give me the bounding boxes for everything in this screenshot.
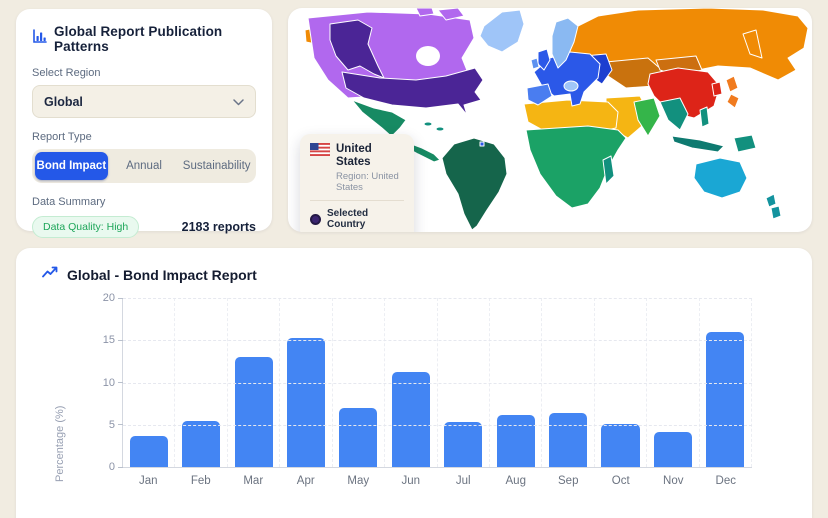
report-type-sustainability-button[interactable]: Sustainability (180, 152, 253, 180)
x-tick-label: Oct (611, 475, 630, 487)
map-region-ireland[interactable] (530, 57, 540, 70)
bar-jan[interactable] (129, 435, 168, 467)
select-region-label: Select Region (32, 67, 101, 79)
map-region-india[interactable] (633, 97, 661, 137)
map-region-new-zealand[interactable] (765, 193, 782, 220)
report-type-bond-impact-button[interactable]: Bond Impact (35, 152, 108, 180)
bar-jun[interactable] (391, 372, 430, 467)
y-tick-label: 10 (103, 377, 123, 389)
data-summary-label: Data Summary (32, 196, 106, 208)
x-tick-label: Apr (296, 475, 315, 487)
bar-mar[interactable] (234, 357, 273, 467)
gridline (123, 382, 752, 384)
map-tooltip: United States Region: United States Sele… (300, 134, 414, 232)
map-region-australia[interactable] (693, 157, 748, 199)
map-region-caribbean[interactable] (423, 121, 433, 127)
tooltip-country: United States (336, 143, 372, 169)
y-axis-label: Percentage (%) (54, 405, 66, 482)
x-tick-label: Feb (190, 475, 211, 487)
map-region-new-guinea[interactable] (733, 134, 757, 153)
bar-dec[interactable] (706, 331, 745, 467)
x-tick-label: Nov (663, 475, 684, 487)
tooltip-region: Region: United States (336, 171, 399, 194)
y-tick-label: 15 (103, 334, 123, 346)
x-tick-label: Aug (505, 475, 526, 487)
x-tick-label: Jul (455, 475, 471, 487)
map-region-philippines[interactable] (699, 106, 710, 128)
bar-oct[interactable] (601, 423, 640, 467)
tooltip-divider (310, 200, 404, 202)
chart-title: Global - Bond Impact Report (67, 266, 257, 283)
bar-aug[interactable] (496, 415, 535, 467)
data-quality-badge: Data Quality: High (32, 216, 140, 238)
map-hudson-bay (416, 46, 440, 66)
report-type-segmented-control: Bond Impact Annual Sustainability (32, 149, 256, 183)
map-region-indonesia[interactable] (671, 135, 725, 153)
map-region-korea[interactable] (711, 81, 723, 97)
x-tick-label: Jun (401, 475, 421, 487)
bar-feb[interactable] (182, 420, 221, 467)
bar-chart: Percentage (%) 0 5 10 15 20 Jan Feb Mar Apr May J… (42, 292, 786, 487)
map-region-iceland[interactable] (563, 80, 579, 92)
us-flag-icon (309, 142, 331, 161)
bar-sep[interactable] (549, 412, 588, 467)
legend-item-selected-country: Selected Country (310, 208, 404, 230)
region-select[interactable]: Global (32, 85, 256, 118)
chevron-down-icon (233, 93, 244, 111)
legend-label: Selected Country (327, 208, 369, 231)
reports-count: 2183 reports (181, 220, 256, 234)
bar-may[interactable] (339, 407, 378, 467)
x-tick-label: Sep (558, 475, 579, 487)
x-tick-label: Dec (715, 475, 736, 487)
y-tick-label: 0 (109, 461, 123, 473)
gridline (123, 298, 752, 299)
map-region-japan[interactable] (725, 75, 740, 109)
chart-card: Global - Bond Impact Report Percentage (… (16, 248, 812, 518)
map-region-south-america[interactable] (441, 137, 508, 231)
world-map-card: United States Region: United States Sele… (288, 8, 812, 232)
top-row: Global Report Publication Patterns Selec… (0, 0, 828, 238)
trending-up-icon (42, 265, 59, 284)
y-tick-label: 5 (109, 419, 123, 431)
bar-jul[interactable] (444, 422, 483, 467)
bar-nov[interactable] (653, 431, 692, 467)
region-select-value: Global (44, 94, 83, 109)
gridline (123, 424, 752, 426)
plot-area: 0 5 10 15 20 (103, 292, 753, 473)
x-tick-label: May (347, 475, 370, 487)
control-panel: Global Report Publication Patterns Selec… (16, 9, 272, 238)
x-labels: Jan Feb Mar Apr May Jun Jul Aug Sep Oct Nov Dec (122, 475, 752, 487)
bar-apr[interactable] (286, 337, 325, 467)
map-region-caribbean-2[interactable] (435, 126, 445, 132)
x-tick-label: Mar (243, 475, 264, 487)
y-tick-label: 20 (103, 292, 123, 304)
panel-title: Global Report Publication Patterns (54, 24, 223, 54)
gridline (123, 340, 752, 342)
report-type-annual-button[interactable]: Annual (108, 152, 181, 180)
selected-country-swatch (310, 213, 321, 225)
map-region-greenland[interactable] (479, 9, 525, 53)
map-region-guyana[interactable] (479, 141, 485, 147)
report-type-label: Report Type (32, 131, 92, 143)
bar-chart-icon (32, 29, 47, 49)
x-tick-label: Jan (138, 475, 158, 487)
